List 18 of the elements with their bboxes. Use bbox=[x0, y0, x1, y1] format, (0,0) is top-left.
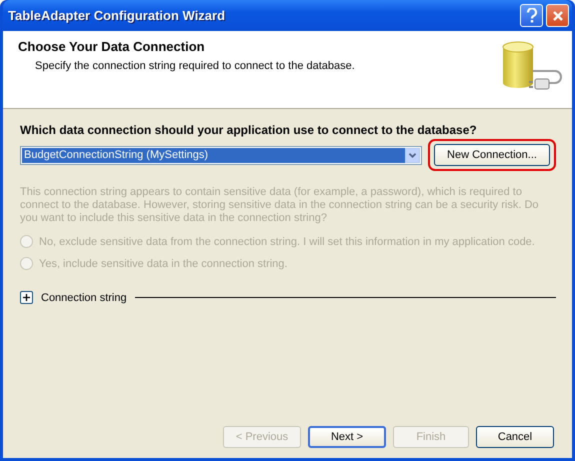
wizard-button[interactable]: Next > bbox=[308, 426, 386, 448]
sensitive-data-notice: This connection string appears to contain sensitive data (for example, a password), which is required to connect to the database. However, storing sensitive data in the connection string can be a security risk. Do you want to include this sensitive data in the connection string? bbox=[20, 186, 540, 225]
expand-button[interactable] bbox=[20, 291, 33, 304]
expander-label: Connection string bbox=[41, 292, 127, 304]
connection-dropdown[interactable]: BudgetConnectionString (MySettings) bbox=[20, 146, 422, 164]
wizard-button[interactable]: Cancel bbox=[476, 426, 554, 448]
new-connection-button[interactable]: New Connection... bbox=[434, 144, 550, 166]
page-subtitle: Specify the connection string required to connect to the database. bbox=[35, 60, 355, 72]
plus-icon bbox=[22, 293, 31, 302]
radio-label: Yes, include sensitive data in the connection string. bbox=[39, 258, 288, 270]
radio-label: No, exclude sensitive data from the connection string. I will set this information in my application code. bbox=[39, 236, 535, 248]
connection-question: Which data connection should your application use to connect to the database? bbox=[20, 123, 478, 137]
close-icon bbox=[552, 10, 564, 22]
help-button[interactable] bbox=[520, 4, 543, 27]
close-button[interactable] bbox=[546, 4, 569, 27]
help-icon bbox=[526, 8, 538, 23]
page-title: Choose Your Data Connection bbox=[18, 39, 206, 54]
window-title: TableAdapter Configuration Wizard bbox=[8, 8, 226, 23]
